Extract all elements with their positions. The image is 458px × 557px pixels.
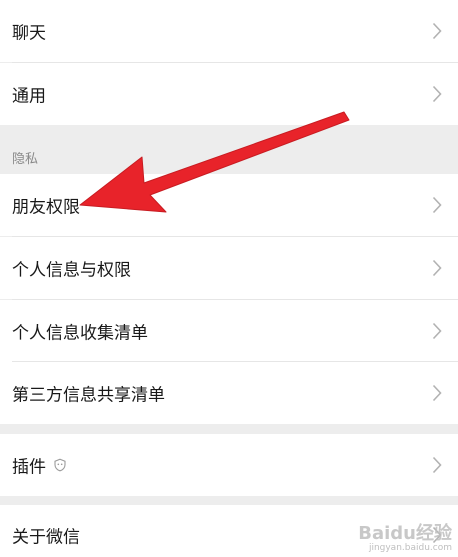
settings-item-plugins[interactable]: 插件: [0, 434, 458, 496]
section-label-privacy: 隐私: [12, 152, 39, 167]
settings-item-label: 个人信息与权限: [12, 260, 131, 281]
chevron-right-icon: [432, 196, 442, 214]
plugin-shield-icon: [54, 458, 66, 472]
settings-item-label: 聊天: [12, 23, 46, 44]
settings-item-personal-info-permissions[interactable]: 个人信息与权限: [0, 237, 458, 299]
watermark-subtext: jingyan.baidu.com: [368, 543, 452, 553]
chevron-right-icon: [432, 22, 442, 40]
settings-item-chat[interactable]: 聊天: [0, 0, 458, 62]
settings-item-third-party-sharing[interactable]: 第三方信息共享清单: [0, 362, 458, 424]
chevron-right-icon: [432, 456, 442, 474]
settings-item-label: 通用: [12, 86, 46, 107]
settings-item-label: 关于微信: [12, 527, 80, 548]
settings-item-label: 朋友权限: [12, 197, 80, 218]
chevron-right-icon: [432, 259, 442, 277]
settings-item-friend-permissions[interactable]: 朋友权限: [0, 174, 458, 236]
settings-page: 聊天 通用 隐私 朋友权限 个人信息与权限 个人信息收集清单 第三方信息共享清单…: [0, 0, 458, 557]
settings-item-personal-info-collection[interactable]: 个人信息收集清单: [0, 300, 458, 362]
chevron-right-icon: [432, 384, 442, 402]
settings-item-label: 个人信息收集清单: [12, 323, 148, 344]
settings-item-general[interactable]: 通用: [0, 63, 458, 125]
watermark-text: Baidu经验: [358, 523, 452, 544]
settings-item-label: 第三方信息共享清单: [12, 385, 165, 406]
chevron-right-icon: [432, 85, 442, 103]
settings-item-label: 插件: [12, 457, 46, 478]
baidu-watermark: Baidu经验 jingyan.baidu.com: [358, 519, 452, 553]
chevron-right-icon: [432, 322, 442, 340]
